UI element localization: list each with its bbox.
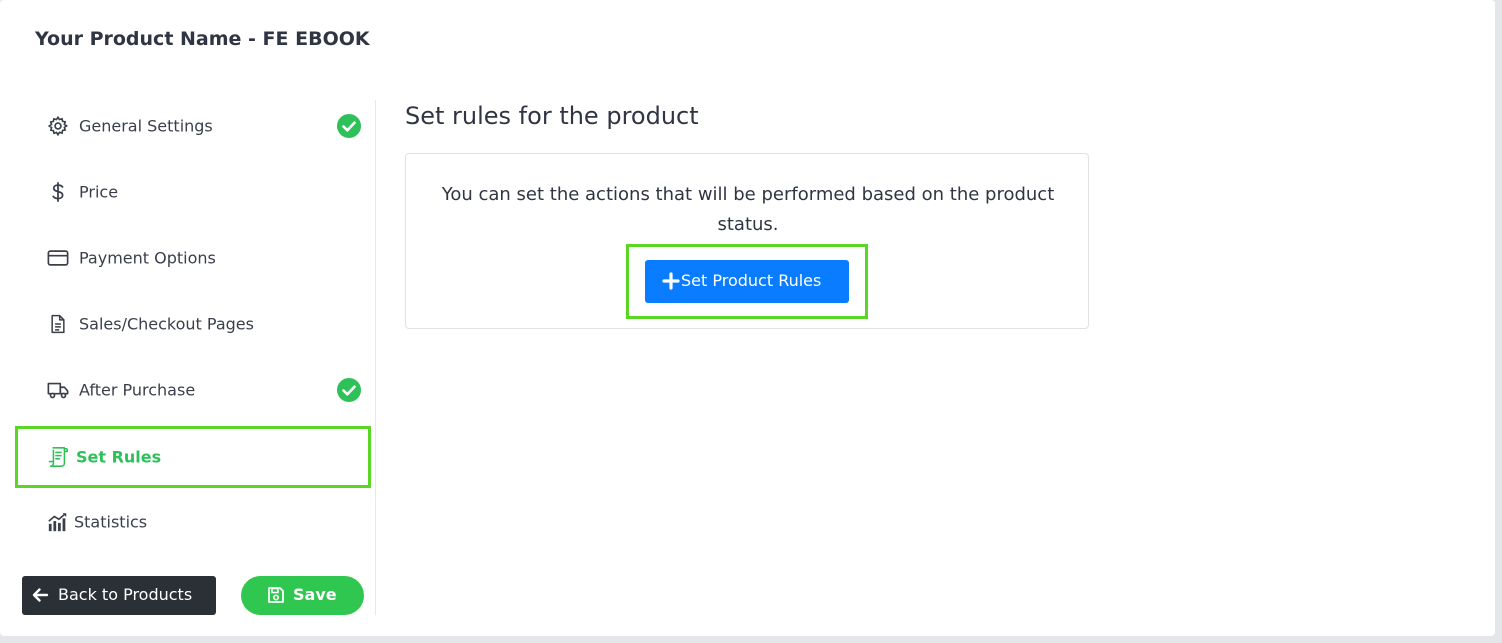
set-product-rules-button[interactable]: Set Product Rules — [645, 260, 849, 303]
floppy-disk-icon — [268, 587, 284, 603]
arrow-left-icon — [32, 588, 49, 602]
sidebar-item-statistics[interactable]: Statistics — [15, 493, 371, 551]
truck-icon — [46, 378, 70, 402]
chart-icon — [46, 510, 70, 534]
credit-card-icon — [46, 246, 70, 270]
save-button[interactable]: Save — [241, 576, 364, 615]
product-card: Your Product Name - FE EBOOK General Set… — [0, 0, 1495, 636]
save-button-label: Save — [293, 585, 337, 604]
sidebar-item-general-settings[interactable]: General Settings — [15, 97, 371, 155]
back-to-products-button[interactable]: Back to Products — [22, 576, 216, 615]
sidebar-item-label: Sales/Checkout Pages — [79, 314, 254, 334]
sidebar-item-label: After Purchase — [79, 380, 196, 400]
sidebar-item-payment-options[interactable]: Payment Options — [15, 229, 371, 287]
rules-description: You can set the actions that will be per… — [441, 184, 1055, 235]
page-title: Set rules for the product — [405, 102, 699, 130]
set-product-rules-label: Set Product Rules — [681, 271, 822, 290]
sidebar-item-after-purchase[interactable]: After Purchase — [15, 361, 371, 419]
back-button-label: Back to Products — [58, 585, 193, 604]
dollar-icon — [46, 180, 70, 204]
sidebar-item-label: Price — [79, 182, 119, 202]
rules-panel: You can set the actions that will be per… — [405, 153, 1089, 329]
sidebar-item-label: Set Rules — [76, 447, 162, 467]
document-icon — [46, 312, 70, 336]
sidebar-item-label: Statistics — [74, 512, 148, 532]
check-circle-icon — [337, 378, 361, 402]
sidebar-item-set-rules[interactable]: Set Rules — [15, 426, 371, 488]
sidebar-item-label: Payment Options — [79, 248, 216, 268]
settings-sidebar: General Settings Price Payment Options S… — [0, 100, 376, 615]
gear-icon — [46, 114, 70, 138]
check-circle-icon — [337, 114, 361, 138]
sidebar-item-label: General Settings — [79, 116, 213, 136]
plus-icon — [662, 272, 680, 290]
sidebar-item-price[interactable]: Price — [15, 163, 371, 221]
receipt-icon — [46, 445, 70, 469]
sidebar-item-sales-checkout-pages[interactable]: Sales/Checkout Pages — [15, 295, 371, 353]
product-title: Your Product Name - FE EBOOK — [35, 28, 370, 50]
